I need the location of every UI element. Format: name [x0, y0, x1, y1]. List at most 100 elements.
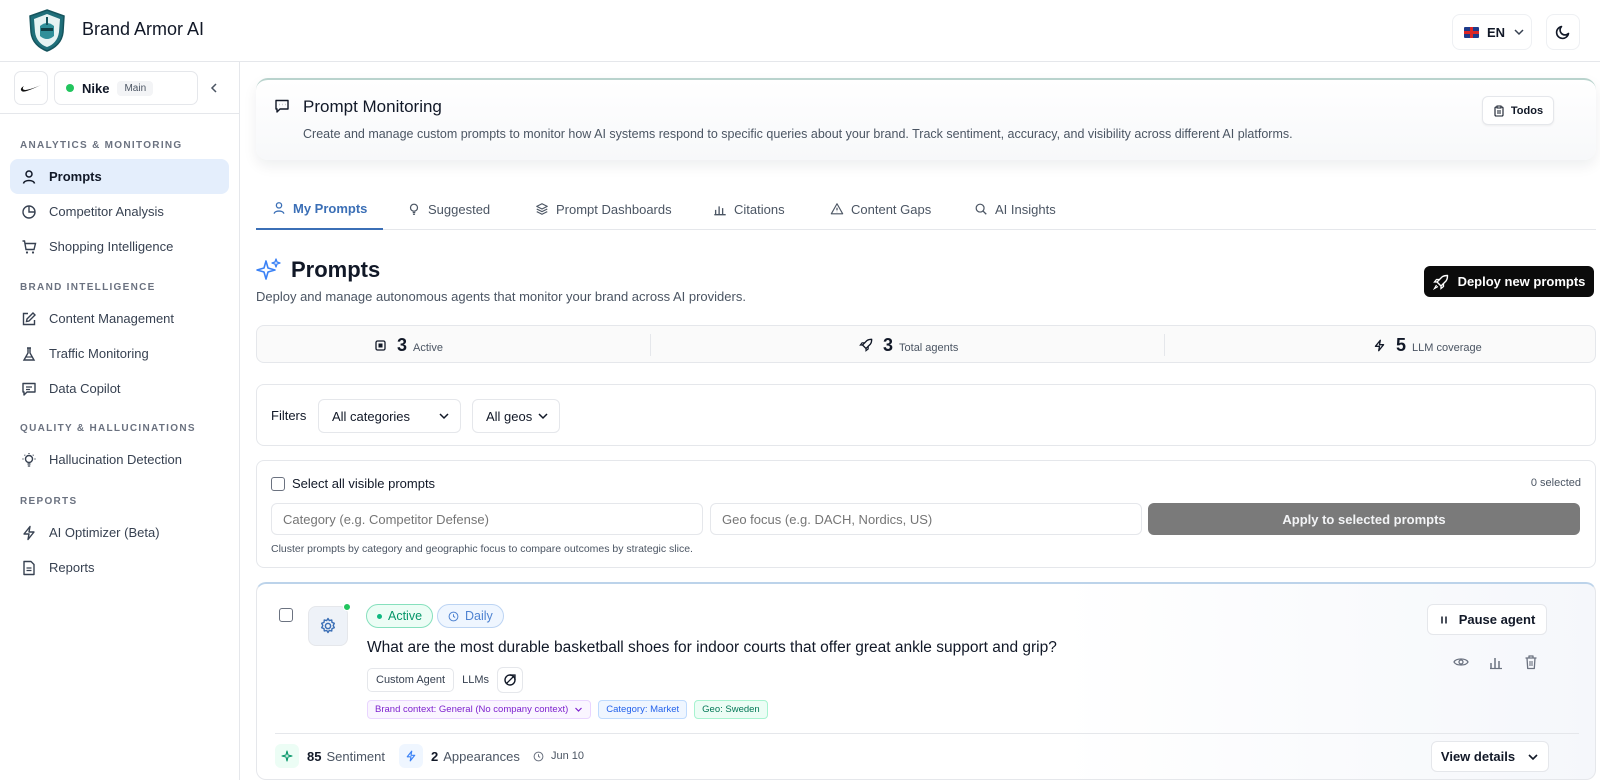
- tab-citations[interactable]: Citations: [697, 194, 801, 230]
- sentiment-icon: [275, 744, 299, 768]
- todos-label: Todos: [1510, 104, 1544, 117]
- sidebar-item-competitor-analysis[interactable]: Competitor Analysis: [10, 194, 229, 229]
- language-label: EN: [1487, 24, 1506, 40]
- geo-tag: Geo: Sweden: [694, 700, 768, 719]
- sidebar-item-content-management[interactable]: Content Management: [10, 301, 229, 336]
- page-header-card: Prompt Monitoring Create and manage cust…: [256, 78, 1596, 160]
- apply-to-selected-button[interactable]: Apply to selected prompts: [1148, 503, 1580, 535]
- message-square-icon: [275, 99, 289, 113]
- deploy-new-prompts-button[interactable]: Deploy new prompts: [1424, 266, 1594, 297]
- sidebar-item-label: Data Copilot: [49, 381, 121, 396]
- page-title: Prompt Monitoring: [303, 97, 442, 116]
- brand-armor-logo-icon: [26, 8, 68, 52]
- trash-icon[interactable]: [1523, 654, 1539, 670]
- filters-panel: Filters All categories All geos: [256, 384, 1596, 446]
- edit-icon: [22, 311, 36, 325]
- sidebar-item-label: Content Management: [49, 311, 175, 326]
- geo-filter-select[interactable]: All geos: [472, 399, 560, 433]
- cart-icon: [22, 239, 37, 254]
- pie-chart-icon: [22, 204, 36, 219]
- org-name: Nike: [82, 80, 110, 96]
- chevron-down-icon: [575, 707, 583, 712]
- selected-count: 0 selected: [1530, 477, 1581, 489]
- brand-context-tag[interactable]: Brand context: General (No company conte…: [367, 700, 592, 719]
- collapse-sidebar-button[interactable]: [206, 80, 222, 96]
- nike-logo-icon[interactable]: [14, 71, 48, 105]
- clock-icon: [533, 751, 544, 761]
- section-title: Prompts: [291, 257, 381, 282]
- frequency-label: Daily: [465, 609, 493, 623]
- sidebar-item-label: Shopping Intelligence: [49, 239, 174, 254]
- agent-select-checkbox[interactable]: [279, 608, 293, 622]
- category-filter-select[interactable]: All categories: [318, 399, 461, 433]
- bulk-actions-panel: Select all visible prompts 0 selected Ap…: [256, 460, 1596, 568]
- section-title-reports: REPORTS: [20, 496, 78, 507]
- pause-agent-button[interactable]: Pause agent: [1427, 604, 1547, 635]
- tag-label: Brand context: General (No company conte…: [375, 704, 569, 715]
- moon-icon: [1555, 25, 1570, 40]
- sidebar-item-data-copilot[interactable]: Data Copilot: [10, 371, 229, 406]
- section-title-brand-intelligence: BRAND INTELLIGENCE: [20, 282, 156, 293]
- page-description: Create and manage custom prompts to moni…: [303, 127, 1293, 141]
- cpu-icon: [375, 339, 386, 351]
- chevron-down-icon: [439, 413, 449, 420]
- chevron-left-icon: [210, 83, 217, 93]
- rocket-icon: [1432, 274, 1448, 290]
- geo-focus-input[interactable]: [710, 503, 1142, 535]
- agent-question[interactable]: What are the most durable basketball sho…: [367, 639, 1057, 657]
- settings-icon: [321, 617, 335, 634]
- user-icon: [22, 169, 36, 184]
- agent-card: Active Daily What are the most durable b…: [256, 582, 1596, 780]
- chevron-down-icon: [1514, 29, 1524, 36]
- tab-prompt-dashboards[interactable]: Prompt Dashboards: [519, 194, 688, 230]
- category-input[interactable]: [271, 503, 703, 535]
- sidebar-item-label: Prompts: [49, 169, 102, 184]
- lightbulb-icon: [409, 203, 419, 215]
- tab-ai-insights[interactable]: AI Insights: [958, 194, 1072, 230]
- tab-suggested[interactable]: Suggested: [391, 194, 506, 230]
- tab-my-prompts[interactable]: My Prompts: [256, 194, 384, 230]
- select-all-label[interactable]: Select all visible prompts: [292, 476, 435, 491]
- appearances-value: 2: [431, 748, 439, 764]
- sidebar-item-hallucination-detection[interactable]: Hallucination Detection: [10, 442, 229, 477]
- clipboard-icon: [1494, 105, 1504, 117]
- appearances-metric: 2 Appearances: [399, 743, 520, 769]
- sidebar-item-ai-optimizer[interactable]: AI Optimizer (Beta): [10, 515, 229, 550]
- tab-label: AI Insights: [995, 201, 1056, 217]
- document-icon: [23, 560, 35, 575]
- bar-chart-icon[interactable]: [1488, 654, 1504, 670]
- sidebar-item-shopping-intelligence[interactable]: Shopping Intelligence: [10, 229, 229, 264]
- theme-toggle-button[interactable]: [1546, 14, 1580, 50]
- todos-button[interactable]: Todos: [1482, 96, 1554, 125]
- stat-active: 3 Active: [374, 326, 443, 364]
- stat-llm-coverage: 5 LLM coverage: [1373, 326, 1482, 364]
- layers-icon: [536, 203, 548, 215]
- org-switcher: Nike Main: [14, 71, 226, 105]
- section-subtitle: Deploy and manage autonomous agents that…: [256, 289, 746, 304]
- sidebar-item-reports[interactable]: Reports: [10, 550, 229, 585]
- agent-tags: Brand context: General (No company conte…: [367, 700, 768, 719]
- bolt-icon: [1374, 339, 1385, 351]
- search-icon: [975, 203, 987, 215]
- divider: [1164, 334, 1165, 356]
- frequency-badge: Daily: [437, 604, 504, 628]
- stats-bar: 3 Active 3 Total agents 5 LLM coverage: [256, 325, 1596, 363]
- appearances-label: Appearances: [443, 748, 520, 764]
- status-badge: Active: [366, 604, 434, 628]
- language-selector[interactable]: EN: [1452, 14, 1532, 50]
- sidebar-item-traffic-monitoring[interactable]: Traffic Monitoring: [10, 336, 229, 371]
- org-selector[interactable]: Nike Main: [54, 71, 198, 105]
- tab-label: Prompt Dashboards: [556, 201, 672, 217]
- tab-content-gaps[interactable]: Content Gaps: [814, 194, 947, 230]
- select-value: All categories: [332, 408, 411, 424]
- sidebar-item-prompts[interactable]: Prompts: [10, 159, 229, 194]
- view-details-button[interactable]: View details: [1431, 741, 1549, 772]
- section-title-analytics: ANALYTICS & MONITORING: [20, 140, 183, 151]
- stat-label: Active: [413, 341, 443, 354]
- status-dot: [66, 84, 74, 92]
- eye-icon[interactable]: [1453, 654, 1469, 670]
- select-all-checkbox[interactable]: [271, 477, 285, 491]
- sentiment-metric: 85 Sentiment: [275, 743, 385, 769]
- app-title: Brand Armor AI: [82, 19, 205, 39]
- pause-label: Pause agent: [1458, 612, 1536, 627]
